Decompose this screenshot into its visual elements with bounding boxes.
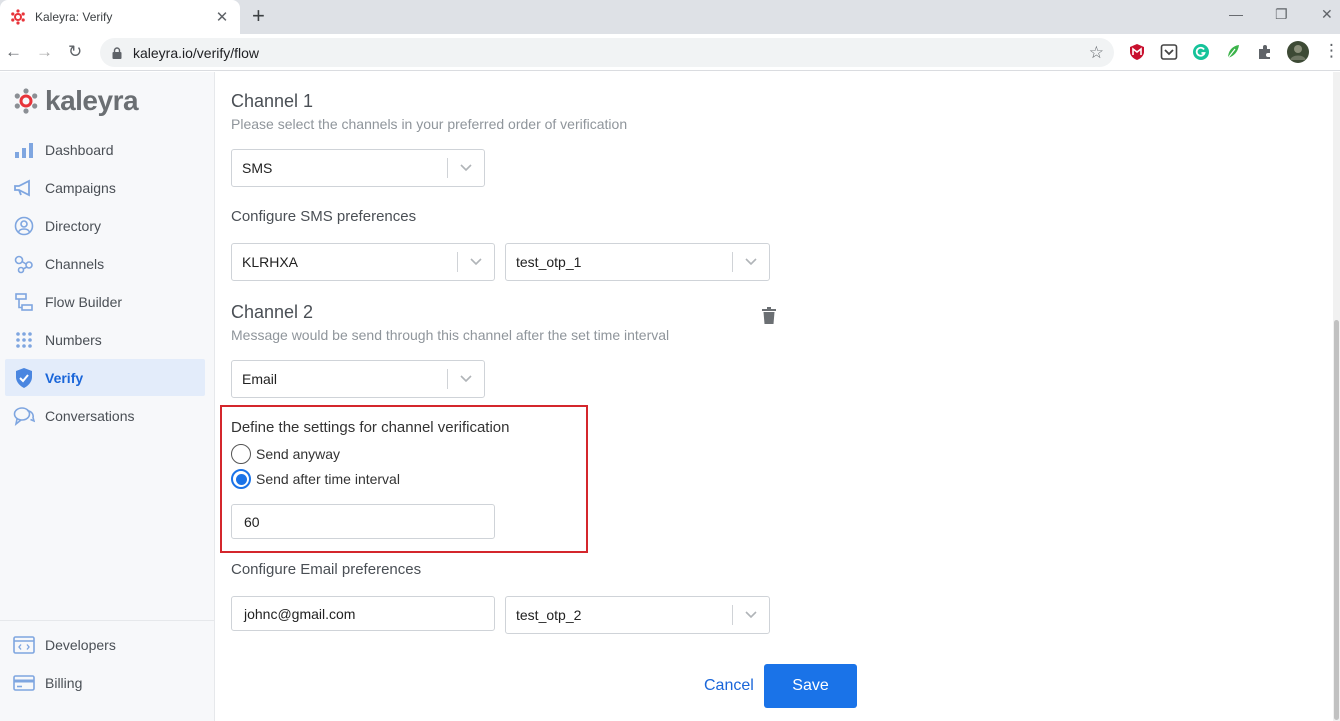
- tab-close-icon[interactable]: ✕: [214, 8, 230, 26]
- select-value: test_otp_2: [516, 607, 582, 623]
- channel-1-select[interactable]: SMS: [231, 149, 485, 187]
- chevron-down-icon: [448, 375, 484, 383]
- sidebar-item-dashboard[interactable]: Dashboard: [5, 131, 205, 168]
- sidebar-item-label: Dashboard: [45, 141, 114, 158]
- leaf-extension-icon[interactable]: [1224, 43, 1242, 61]
- kaleyra-logo[interactable]: kaleyra: [13, 85, 139, 117]
- brand-name: kaleyra: [45, 85, 139, 116]
- chevron-down-icon: [733, 611, 769, 619]
- sidebar-item-campaigns[interactable]: Campaigns: [5, 169, 205, 206]
- sidebar-item-label: Channels: [45, 255, 105, 272]
- chevron-down-icon: [448, 164, 484, 172]
- minimize-icon[interactable]: —: [1229, 6, 1243, 22]
- channel-1-subtitle: Please select the channels in your prefe…: [231, 116, 628, 132]
- radio-label: Send after time interval: [256, 471, 400, 487]
- select-value: Email: [242, 371, 278, 387]
- trash-icon[interactable]: [762, 307, 776, 324]
- shield-check-icon: [13, 367, 35, 389]
- share-nodes-icon: [13, 253, 35, 275]
- select-value: test_otp_1: [516, 254, 582, 270]
- grammarly-extension-icon[interactable]: [1192, 43, 1210, 61]
- verification-settings-title: Define the settings for channel verifica…: [231, 419, 510, 436]
- kaleyra-logo-icon: [14, 88, 38, 114]
- extensions-puzzle-icon[interactable]: [1256, 43, 1274, 61]
- email-template-select[interactable]: test_otp_2: [505, 596, 770, 634]
- radio-label: Send anyway: [256, 446, 341, 462]
- sms-preferences-label: Configure SMS preferences: [231, 208, 417, 225]
- sms-template-select[interactable]: test_otp_1: [505, 243, 770, 281]
- code-window-icon: [13, 634, 35, 656]
- browser-tab-bar: Kaleyra: Verify ✕ + — ❐ ✕: [0, 0, 1340, 34]
- sidebar-item-developers[interactable]: Developers: [5, 626, 205, 663]
- sidebar-item-billing[interactable]: Billing: [5, 664, 205, 701]
- select-value: SMS: [242, 160, 273, 176]
- url-text: kaleyra.io/verify/flow: [133, 44, 260, 61]
- sidebar-item-label: Billing: [45, 674, 83, 691]
- page-scrollbar-thumb[interactable]: [1334, 320, 1339, 720]
- restore-icon[interactable]: ❐: [1275, 6, 1288, 23]
- sidebar-item-label: Developers: [45, 636, 116, 653]
- chevron-down-icon: [733, 258, 769, 266]
- sidebar-item-directory[interactable]: Directory: [5, 207, 205, 244]
- forward-icon[interactable]: →: [36, 42, 53, 62]
- verify-flow-form: Channel 1 Please select the channels in …: [215, 72, 1325, 721]
- sidebar-item-label: Verify: [45, 369, 84, 386]
- lock-icon: [112, 46, 122, 59]
- bar-chart-icon: [13, 139, 35, 161]
- save-button[interactable]: Save: [764, 664, 857, 708]
- dial-pad-icon: [13, 329, 35, 351]
- flow-icon: [13, 291, 35, 313]
- chat-bubbles-icon: [13, 405, 35, 427]
- sidebar-item-flow-builder[interactable]: Flow Builder: [5, 283, 205, 320]
- time-interval-input[interactable]: 60: [231, 504, 495, 539]
- bookmark-star-icon[interactable]: ☆: [1089, 43, 1104, 63]
- sms-sender-select[interactable]: KLRHXA: [231, 243, 495, 281]
- new-tab-icon[interactable]: +: [252, 5, 265, 27]
- cancel-button[interactable]: Cancel: [704, 677, 754, 695]
- reload-icon[interactable]: ↻: [68, 42, 82, 62]
- sidebar-item-channels[interactable]: Channels: [5, 245, 205, 282]
- window-close-icon[interactable]: ✕: [1321, 6, 1333, 23]
- select-value: KLRHXA: [242, 254, 299, 270]
- megaphone-icon: [13, 177, 35, 199]
- chevron-down-icon: [458, 258, 494, 266]
- mcafee-extension-icon[interactable]: [1128, 43, 1146, 61]
- address-toolbar: ← → ↻ kaleyra.io/verify/flow ☆ ⋮: [0, 34, 1340, 71]
- radio-circle[interactable]: [231, 444, 251, 464]
- back-icon[interactable]: ←: [5, 42, 22, 62]
- radio-send-anyway[interactable]: Send anyway: [231, 444, 340, 464]
- pocket-extension-icon[interactable]: [1160, 43, 1178, 61]
- sidebar-item-label: Campaigns: [45, 179, 116, 196]
- sidebar-item-label: Directory: [45, 217, 102, 234]
- channel-2-heading: Channel 2: [231, 302, 314, 322]
- sidebar-item-conversations[interactable]: Conversations: [5, 397, 205, 434]
- address-bar[interactable]: kaleyra.io/verify/flow ☆: [100, 38, 1114, 67]
- credit-card-icon: [13, 672, 35, 694]
- sidebar-item-label: Conversations: [45, 407, 135, 424]
- channel-2-select[interactable]: Email: [231, 360, 485, 398]
- user-circle-icon: [13, 215, 35, 237]
- email-preferences-label: Configure Email preferences: [231, 561, 422, 578]
- sidebar-item-label: Numbers: [45, 331, 102, 348]
- sidebar-divider: [0, 620, 214, 621]
- sidebar-item-verify[interactable]: Verify: [5, 359, 205, 396]
- channel-2-subtitle: Message would be send through this chann…: [231, 327, 670, 343]
- browser-menu-icon[interactable]: ⋮: [1323, 41, 1340, 61]
- radio-send-after-interval[interactable]: Send after time interval: [231, 469, 400, 489]
- email-field[interactable]: johnc@gmail.com: [231, 596, 495, 631]
- tab-title: Kaleyra: Verify: [35, 10, 113, 24]
- profile-avatar[interactable]: [1287, 41, 1309, 63]
- sidebar-item-label: Flow Builder: [45, 293, 123, 310]
- sidebar-item-numbers[interactable]: Numbers: [5, 321, 205, 358]
- kaleyra-favicon-icon: [11, 9, 25, 25]
- browser-tab[interactable]: Kaleyra: Verify ✕: [0, 0, 240, 34]
- radio-circle-selected[interactable]: [231, 469, 251, 489]
- channel-1-heading: Channel 1: [231, 91, 314, 111]
- sidebar: kaleyra Dashboard Campaigns Directory Ch…: [0, 72, 215, 721]
